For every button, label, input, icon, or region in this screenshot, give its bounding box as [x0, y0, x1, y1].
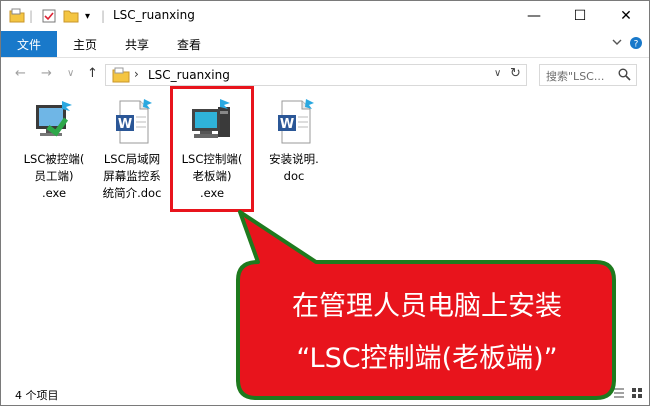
close-button[interactable]: ✕ — [603, 1, 649, 31]
highlight-box — [170, 86, 254, 212]
breadcrumb-separator[interactable]: › — [134, 67, 139, 81]
file-label-line: LSC局域网 — [103, 152, 161, 166]
tab-file[interactable]: 文件 — [1, 31, 57, 57]
folder-small-icon — [9, 7, 25, 25]
folder-address-icon — [112, 67, 130, 86]
breadcrumb-current[interactable]: LSC_ruanxing — [148, 68, 230, 82]
customize-qa-icon[interactable]: ▾ — [85, 7, 90, 25]
properties-icon[interactable] — [41, 7, 57, 25]
word-document-icon: W — [270, 97, 318, 147]
svg-text:?: ? — [634, 40, 639, 50]
file-lsc-employee-exe[interactable]: LSC被控端( 员工端) .exe — [15, 97, 93, 202]
tab-view[interactable]: 查看 — [177, 31, 201, 57]
details-view-icon[interactable] — [613, 387, 625, 402]
status-bar: 4 个项目 — [1, 382, 649, 405]
title-bar: | ▾ | LSC_ruanxing — ☐ ✕ — [1, 1, 649, 31]
large-icons-view-icon[interactable] — [631, 387, 643, 402]
monitor-program-icon — [30, 97, 78, 147]
navigation-bar: ← → ∨ ↑ › LSC_ruanxing ∨ ↻ 搜索"LSC... — [1, 58, 649, 92]
tab-home[interactable]: 主页 — [73, 31, 97, 57]
svg-text:W: W — [118, 117, 132, 132]
svg-text:W: W — [280, 117, 294, 132]
file-label-line: doc — [283, 169, 305, 183]
file-label-line: 屏幕监控系 — [103, 169, 161, 183]
word-document-icon: W — [108, 97, 156, 147]
item-count: 4 个项目 — [15, 389, 59, 402]
maximize-button[interactable]: ☐ — [557, 1, 603, 31]
minimize-button[interactable]: — — [511, 1, 557, 31]
qa-divider: | — [29, 9, 34, 23]
help-icon[interactable]: ? — [629, 36, 643, 53]
forward-arrow-icon[interactable]: → — [41, 66, 52, 81]
file-label-line: .exe — [41, 186, 67, 200]
address-bar[interactable]: › LSC_ruanxing ∨ ↻ — [105, 64, 527, 86]
tab-share[interactable]: 共享 — [125, 31, 149, 57]
up-arrow-icon[interactable]: ↑ — [87, 66, 98, 81]
ribbon-tabs: 文件 主页 共享 查看 ? — [1, 31, 649, 58]
refresh-icon[interactable]: ↻ — [510, 66, 521, 81]
search-input[interactable]: 搜索"LSC... — [546, 68, 604, 84]
file-label-line: 员工端) — [34, 169, 74, 183]
new-folder-icon[interactable] — [63, 7, 79, 25]
chevron-down-icon[interactable] — [611, 36, 623, 51]
window-title: LSC_ruanxing — [113, 8, 195, 22]
file-lsc-intro-doc[interactable]: W LSC局域网 屏幕监控系 统简介.doc — [93, 97, 171, 202]
file-label-line: 统简介.doc — [102, 186, 162, 200]
file-label-line: 安装说明. — [269, 152, 319, 166]
search-icon[interactable] — [618, 68, 631, 84]
back-arrow-icon[interactable]: ← — [15, 66, 26, 81]
recent-locations-icon[interactable]: ∨ — [67, 68, 74, 79]
search-box[interactable]: 搜索"LSC... — [539, 64, 637, 86]
explorer-window: | ▾ | LSC_ruanxing — ☐ ✕ 文件 主页 共享 查看 ? ←… — [0, 0, 650, 406]
address-dropdown-icon[interactable]: ∨ — [494, 68, 501, 79]
qa-divider-2: | — [101, 9, 106, 23]
file-label-line: LSC被控端( — [23, 152, 85, 166]
file-install-guide-doc[interactable]: W 安装说明. doc — [255, 97, 333, 185]
